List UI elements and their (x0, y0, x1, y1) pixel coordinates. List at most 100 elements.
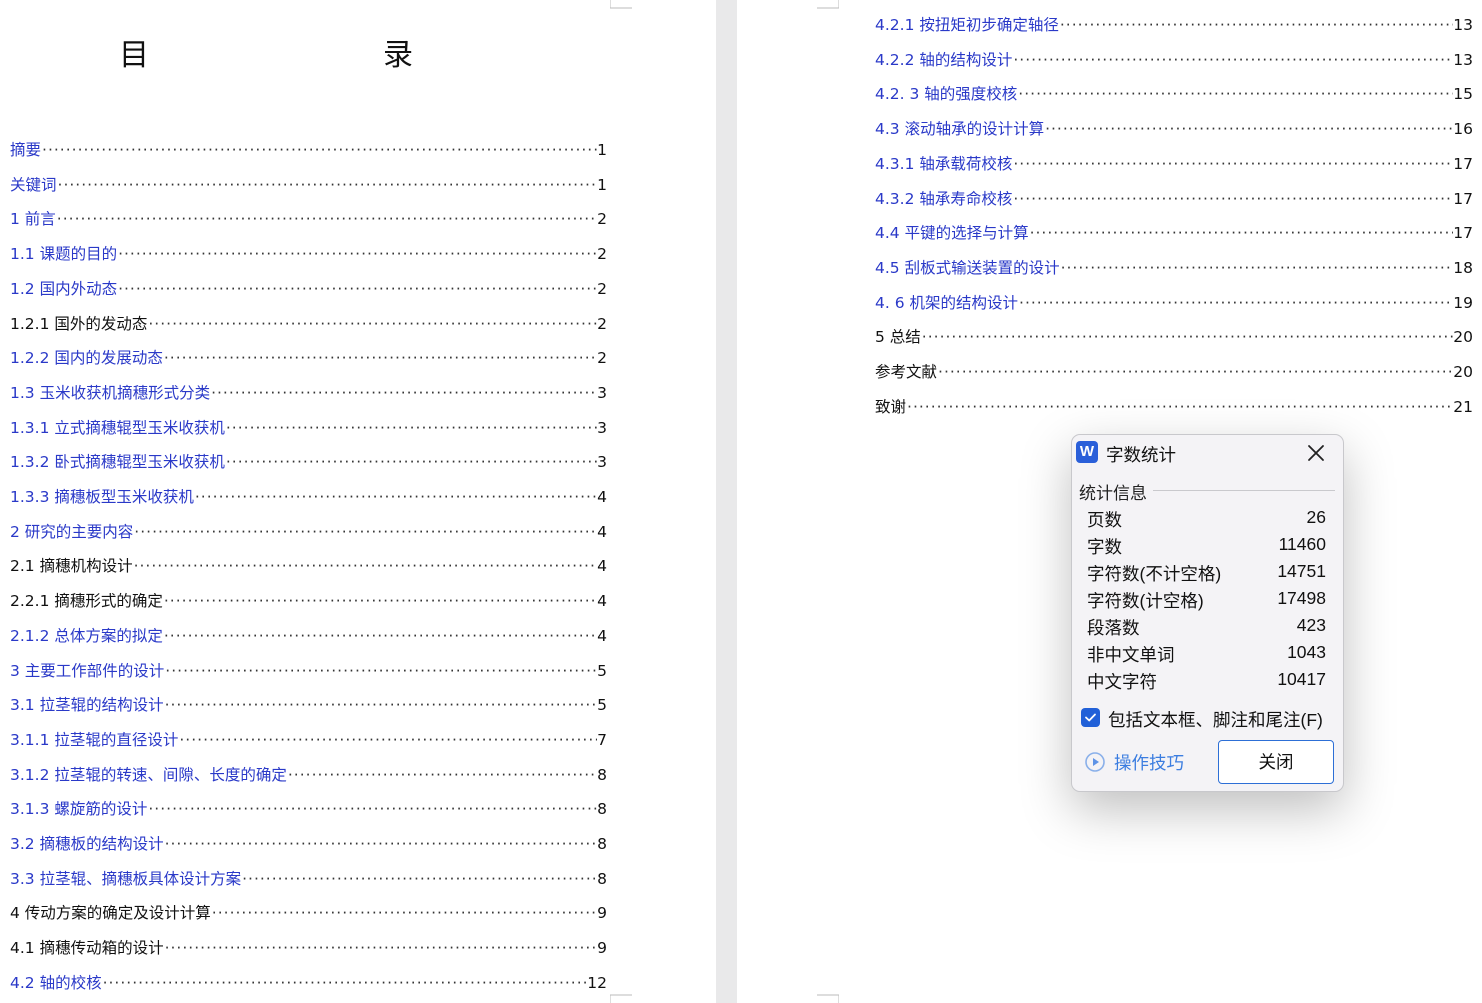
dialog-titlebar[interactable]: W 字数统计 (1072, 435, 1343, 471)
toc-entry[interactable]: 1.3.3 摘穗板型玉米收获机 4 (10, 485, 607, 511)
toc-leader-dots (287, 766, 597, 784)
toc-entry[interactable]: 1.3.2 卧式摘穗辊型玉米收获机 3 (10, 450, 607, 476)
toc-entry: 4 传动方案的确定及设计计算 9 (10, 901, 607, 927)
toc-leader-dots (117, 245, 597, 263)
toc-entry: 2.1 摘穗机构设计 4 (10, 554, 607, 580)
toc-entry[interactable]: 2 研究的主要内容 4 (10, 520, 607, 546)
checkmark-icon (1085, 713, 1096, 722)
toc-leader-dots (906, 398, 1453, 416)
stat-label: 非中文单词 (1087, 645, 1175, 665)
stat-value: 17498 (1277, 588, 1326, 608)
toc-entry[interactable]: 4.3 滚动轴承的设计计算 16 (875, 117, 1473, 143)
toc-entry[interactable]: 3.1.3 螺旋筋的设计 8 (10, 797, 607, 823)
toc-leader-dots (937, 363, 1453, 381)
stat-value: 10417 (1277, 669, 1326, 689)
toc-entry-page: 20 (1453, 328, 1473, 347)
toc-entry-page: 16 (1453, 120, 1473, 139)
toc-entry-page: 17 (1453, 189, 1473, 208)
toc-entry-title: 1.2.2 国内的发展动态 (10, 349, 163, 368)
toc-entry[interactable]: 3 主要工作部件的设计 5 (10, 659, 607, 685)
toc-entry-title: 4. 6 机架的结构设计 (875, 293, 1019, 312)
toc-leader-dots (164, 835, 598, 853)
toc-entry[interactable]: 3.1.2 拉茎辊的转速、间隙、长度的确定 8 (10, 763, 607, 789)
toc-entry[interactable]: 4.4 平键的选择与计算 17 (875, 221, 1473, 247)
close-button[interactable]: 关闭 (1218, 740, 1334, 784)
toc-entry[interactable]: 3.1 拉茎辊的结构设计 5 (10, 693, 607, 719)
toc-entry-title: 2.1 摘穗机构设计 (10, 557, 133, 576)
toc-leader-dots (41, 141, 597, 159)
toc-entry-page: 21 (1453, 397, 1473, 416)
toc-leader-dots (164, 939, 598, 957)
toc-entry-page: 13 (1453, 50, 1473, 69)
toc-entry[interactable]: 4.5 刮板式输送装置的设计 18 (875, 256, 1473, 282)
section-divider (1132, 490, 1335, 491)
include-textbox-label[interactable]: 包括文本框、脚注和尾注(F) (1108, 707, 1323, 732)
toc-entry[interactable]: 1.1 课题的目的 2 (10, 242, 607, 268)
toc-leader-dots (225, 453, 597, 471)
stat-value: 1043 (1287, 642, 1326, 662)
include-textbox-checkbox[interactable] (1081, 708, 1100, 727)
toc-entry-title: 1.2.1 国外的发动态 (10, 314, 148, 333)
toc-leader-dots (1018, 294, 1453, 312)
toc-entry-page: 5 (597, 661, 607, 680)
toc-leader-dots (1044, 120, 1453, 138)
toc-entry-page: 17 (1453, 224, 1473, 243)
toc-entry-title: 4.2.1 按扭矩初步确定轴径 (875, 16, 1059, 34)
toc-entry-title: 4.2 轴的校核 (10, 973, 102, 992)
toc-entry-page: 3 (597, 383, 607, 402)
tips-label: 操作技巧 (1114, 752, 1184, 773)
stat-row: 页数 26 (1087, 507, 1326, 534)
toc-entry-page: 5 (597, 696, 607, 715)
close-icon[interactable] (1304, 441, 1328, 465)
stat-label: 字符数(不计空格) (1087, 564, 1222, 584)
toc-entry-page: 8 (597, 835, 607, 853)
toc-entry-title: 3.3 拉茎辊、摘穗板具体设计方案 (10, 869, 242, 888)
toc-entry: 2.2.1 摘穗形式的确定 4 (10, 589, 607, 615)
toc-entry-title: 4.5 刮板式输送装置的设计 (875, 258, 1060, 277)
toc-entry[interactable]: 4.3.1 轴承载荷校核 17 (875, 152, 1473, 178)
toc-entry[interactable]: 1 前言 2 (10, 207, 607, 233)
stat-label: 段落数 (1087, 618, 1140, 638)
toc-entry[interactable]: 4.2.2 轴的结构设计 13 (875, 48, 1473, 74)
toc-entry[interactable]: 2.1.2 总体方案的拟定 4 (10, 624, 607, 650)
toc-entry: 4.1 摘穗传动箱的设计 9 (10, 936, 607, 962)
toc-leader-dots (1012, 190, 1453, 208)
toc-leader-dots (210, 384, 597, 402)
toc-leader-dots (225, 419, 597, 437)
toc-entry-title: 1.1 课题的目的 (10, 245, 118, 264)
toc-entry[interactable]: 4. 6 机架的结构设计 19 (875, 291, 1473, 317)
toc-entry[interactable]: 4.2. 3 轴的强度校核 15 (875, 82, 1473, 108)
toc-entry-page: 8 (597, 765, 607, 784)
stat-value: 11460 (1278, 534, 1326, 554)
toc-entry[interactable]: 1.3.1 立式摘穗辊型玉米收获机 3 (10, 416, 607, 442)
toc-leader-dots (1060, 259, 1454, 277)
tips-link[interactable]: 操作技巧 (1084, 750, 1184, 774)
toc-entry[interactable]: 关键词 1 (10, 173, 607, 199)
toc-entry-title: 3 主要工作部件的设计 (10, 661, 165, 680)
toc-entry-page: 2 (597, 245, 607, 264)
toc-entry[interactable]: 4.2 轴的校核 12 (10, 971, 607, 997)
toc-entry-title: 5 总结 (875, 328, 921, 347)
toc-entry-page: 19 (1453, 293, 1473, 312)
toc-entry[interactable]: 1.2 国内外动态 2 (10, 277, 607, 303)
toc-entry[interactable]: 3.1.1 拉茎辊的直径设计 7 (10, 728, 607, 754)
wps-writer-icon: W (1076, 441, 1098, 463)
toc-entry[interactable]: 1.2.2 国内的发展动态 2 (10, 346, 607, 372)
toc-entry[interactable]: 4.3.2 轴承寿命校核 17 (875, 187, 1473, 213)
toc-entry-title: 3.1 拉茎辊的结构设计 (10, 696, 164, 715)
toc-entry[interactable]: 3.3 拉茎辊、摘穗板具体设计方案 8 (10, 867, 607, 893)
toc-leader-dots (241, 870, 597, 888)
toc-entry-page: 4 (597, 522, 607, 541)
toc-entry-title: 2 研究的主要内容 (10, 522, 134, 541)
toc-entry[interactable]: 3.2 摘穗板的结构设计 8 (10, 832, 607, 858)
toc-leader-dots (164, 696, 598, 714)
toc-entry[interactable]: 1.3 玉米收获机摘穗形式分类 3 (10, 381, 607, 407)
toc-entry-page: 2 (597, 349, 607, 368)
toc-leader-dots (163, 349, 597, 367)
toc-entry[interactable]: 4.2.1 按扭矩初步确定轴径 13 (875, 13, 1473, 39)
toc-entry-title: 4.2. 3 轴的强度校核 (875, 85, 1018, 104)
document-page-left: 目 录 摘要1关键词11 前言21.1 课题的目的21.2 国内外动态21.2.… (0, 0, 716, 1003)
stat-label: 字数 (1087, 537, 1122, 557)
toc-entry-title: 1.3.3 摘穗板型玉米收获机 (10, 488, 194, 506)
toc-entry[interactable]: 摘要 1 (10, 138, 607, 164)
